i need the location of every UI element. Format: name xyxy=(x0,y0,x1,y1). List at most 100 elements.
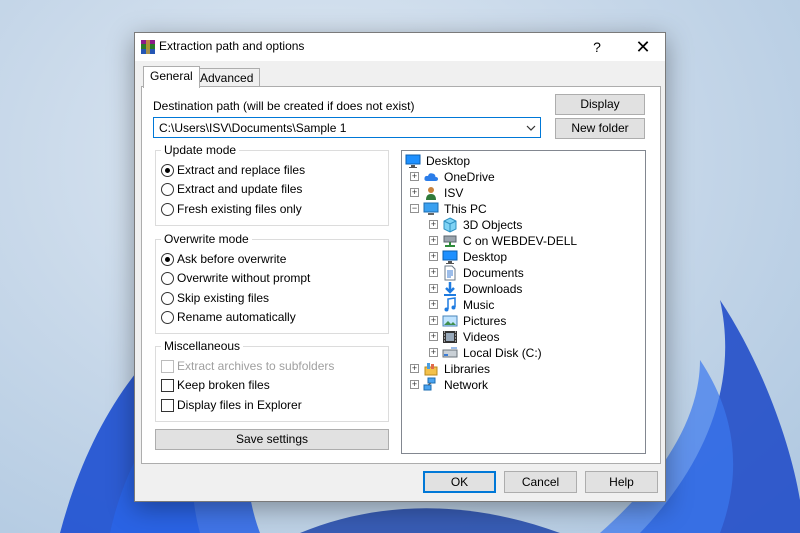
destination-path-value: C:\Users\ISV\Documents\Sample 1 xyxy=(159,121,347,135)
miscellaneous-title: Miscellaneous xyxy=(161,339,244,353)
ok-button[interactable]: OK xyxy=(423,471,496,493)
tree-node[interactable]: + Downloads xyxy=(402,281,642,297)
tree-node[interactable]: + Desktop xyxy=(402,249,642,265)
expand-icon[interactable]: + xyxy=(429,348,438,357)
music-icon xyxy=(444,297,456,312)
checkbox[interactable] xyxy=(161,399,174,412)
option-label: Rename automatically xyxy=(177,310,296,324)
tree-node[interactable]: + Videos xyxy=(402,329,642,345)
download-icon xyxy=(444,282,456,296)
tree-node-label: Documents xyxy=(463,266,524,280)
tree-node-label: Downloads xyxy=(463,282,523,296)
option-label: Extract archives to subfolders xyxy=(177,359,335,373)
expand-icon[interactable]: + xyxy=(429,252,438,261)
tree-node[interactable]: Desktop xyxy=(402,153,642,169)
tree-node-label: ISV xyxy=(444,186,464,200)
cube-icon xyxy=(443,217,457,233)
expand-icon[interactable]: + xyxy=(429,316,438,325)
tree-node[interactable]: + C on WEBDEV-DELL xyxy=(402,233,642,249)
option-label: Keep broken files xyxy=(177,378,270,392)
video-icon xyxy=(443,331,457,343)
tree-node[interactable]: + Network xyxy=(402,377,642,393)
library-icon xyxy=(424,363,438,376)
tree-node[interactable]: + Pictures xyxy=(402,313,642,329)
desktop-icon xyxy=(442,250,458,264)
network-drive-icon xyxy=(443,235,457,247)
collapse-icon[interactable]: − xyxy=(410,204,419,213)
tree-node-label: This PC xyxy=(444,202,487,216)
update-mode-title: Update mode xyxy=(161,143,240,157)
computer-icon xyxy=(423,202,439,215)
document-icon xyxy=(444,265,456,281)
radio-button[interactable] xyxy=(161,311,174,324)
option-label: Ask before overwrite xyxy=(177,252,287,266)
tree-node[interactable]: + Documents xyxy=(402,265,642,281)
cancel-button[interactable]: Cancel xyxy=(504,471,577,493)
title-bar: Extraction path and options ? ✕ xyxy=(135,33,665,61)
expand-icon[interactable]: + xyxy=(410,188,419,197)
folder-tree[interactable]: Desktop + OneDrive + ISV − This PC +3D Objects +… xyxy=(401,150,646,454)
new-folder-button[interactable]: New folder xyxy=(555,118,645,139)
help-title-button[interactable]: ? xyxy=(579,33,615,61)
desktop-icon xyxy=(405,154,421,168)
expand-icon[interactable]: + xyxy=(429,284,438,293)
expand-icon[interactable]: + xyxy=(429,332,438,341)
expand-icon[interactable]: + xyxy=(410,380,419,389)
overwrite-mode-title: Overwrite mode xyxy=(161,232,252,246)
destination-path-combobox[interactable]: C:\Users\ISV\Documents\Sample 1 xyxy=(153,117,541,138)
tree-node[interactable]: + ISV xyxy=(402,185,642,201)
tree-node-label: OneDrive xyxy=(444,170,495,184)
tree-node-label: C on WEBDEV-DELL xyxy=(463,234,578,248)
option-label: Display files in Explorer xyxy=(177,398,302,412)
option-label: Extract and update files xyxy=(177,182,303,196)
tree-node-label: Local Disk (C:) xyxy=(463,346,542,360)
radio-button[interactable] xyxy=(161,253,174,266)
tree-node[interactable]: + Local Disk (C:) xyxy=(402,345,642,361)
destination-label: Destination path (will be created if doe… xyxy=(153,99,415,113)
winrar-icon xyxy=(141,40,155,54)
tree-node-label: Pictures xyxy=(463,314,507,328)
overwrite-mode-group: Overwrite mode Ask before overwrite Over… xyxy=(155,232,389,334)
user-icon xyxy=(426,187,436,200)
radio-button[interactable] xyxy=(161,272,174,285)
disk-icon xyxy=(442,347,458,358)
close-button[interactable]: ✕ xyxy=(623,33,663,61)
expand-icon[interactable]: + xyxy=(429,268,438,277)
radio-button[interactable] xyxy=(161,164,174,177)
help-button[interactable]: Help xyxy=(585,471,658,493)
display-button[interactable]: Display xyxy=(555,94,645,115)
tree-node-label: Desktop xyxy=(463,250,508,264)
update-mode-group: Update mode Extract and replace files Ex… xyxy=(155,143,389,226)
cloud-icon xyxy=(424,173,438,181)
save-settings-button[interactable]: Save settings xyxy=(155,429,389,450)
tree-node[interactable]: + Music xyxy=(402,297,642,313)
general-panel: Destination path (will be created if doe… xyxy=(141,86,661,464)
expand-icon[interactable]: + xyxy=(429,300,438,309)
tab-general[interactable]: General xyxy=(143,66,200,88)
expand-icon[interactable]: + xyxy=(429,236,438,245)
option-label: Skip existing files xyxy=(177,291,270,305)
expand-icon[interactable]: + xyxy=(410,172,419,181)
chevron-down-icon[interactable] xyxy=(522,118,540,137)
tree-node[interactable]: +3D Objects xyxy=(402,217,642,233)
expand-icon[interactable]: + xyxy=(410,364,419,373)
tree-node[interactable]: + OneDrive xyxy=(402,169,642,185)
option-label: Fresh existing files only xyxy=(177,202,302,216)
network-icon xyxy=(423,377,436,391)
tree-node-label: Music xyxy=(463,298,495,312)
tree-node-label: Videos xyxy=(463,330,500,344)
radio-button[interactable] xyxy=(161,183,174,196)
tree-node-label: Libraries xyxy=(444,362,491,376)
dialog-title: Extraction path and options xyxy=(159,39,305,53)
radio-button[interactable] xyxy=(161,203,174,216)
checkbox[interactable] xyxy=(161,379,174,392)
checkbox[interactable] xyxy=(161,360,174,373)
radio-button[interactable] xyxy=(161,292,174,305)
option-label: Extract and replace files xyxy=(177,163,306,177)
expand-icon[interactable]: + xyxy=(429,220,438,229)
miscellaneous-group: Miscellaneous Extract archives to subfol… xyxy=(155,339,389,422)
tree-node[interactable]: + Libraries xyxy=(402,361,642,377)
tree-node[interactable]: − This PC xyxy=(402,201,642,217)
option-label: Overwrite without prompt xyxy=(177,271,311,285)
picture-icon xyxy=(442,315,458,327)
